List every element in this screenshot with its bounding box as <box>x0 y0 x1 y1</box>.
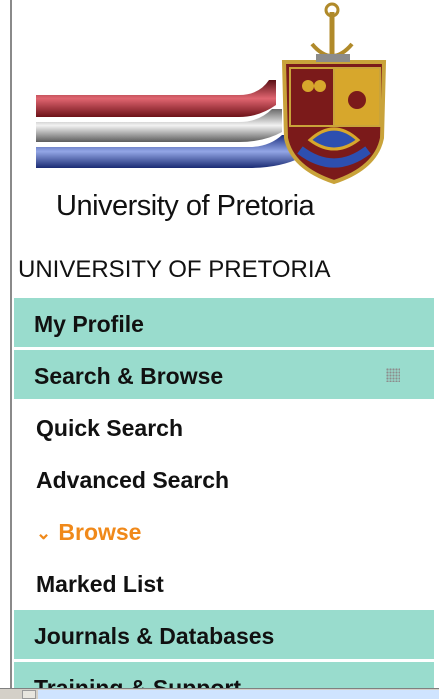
menu-label: Browse <box>58 519 142 545</box>
scroll-track[interactable] <box>38 690 439 699</box>
logo-wordmark: University of Pretoria <box>56 190 315 222</box>
menu-browse[interactable]: ⌄ Browse <box>14 506 434 558</box>
university-logo: University of Pretoria <box>14 0 439 252</box>
sidebar-menu: My Profile Search & Browse Quick Search … <box>14 298 434 692</box>
menu-journals-databases[interactable]: Journals & Databases <box>14 610 434 662</box>
menu-advanced-search[interactable]: Advanced Search <box>14 454 434 506</box>
menu-search-browse[interactable]: Search & Browse <box>14 350 434 402</box>
institution-title: UNIVERSITY OF PRETORIA <box>18 256 331 283</box>
menu-label: Search & Browse <box>34 363 224 389</box>
horizontal-scrollbar[interactable] <box>0 688 439 699</box>
menu-quick-search[interactable]: Quick Search <box>14 402 434 454</box>
dotted-grip-icon <box>386 368 400 382</box>
menu-marked-list[interactable]: Marked List <box>14 558 434 610</box>
scroll-left-button[interactable] <box>22 690 36 699</box>
chevron-down-icon: ⌄ <box>36 523 52 543</box>
menu-label: Journals & Databases <box>34 623 275 649</box>
menu-my-profile[interactable]: My Profile <box>14 298 434 350</box>
menu-label: Advanced Search <box>36 467 230 493</box>
menu-label: Marked List <box>36 571 164 597</box>
frame-border <box>0 0 12 690</box>
menu-label: My Profile <box>34 311 144 337</box>
crest-emblem <box>36 2 387 185</box>
menu-label: Quick Search <box>36 415 184 441</box>
